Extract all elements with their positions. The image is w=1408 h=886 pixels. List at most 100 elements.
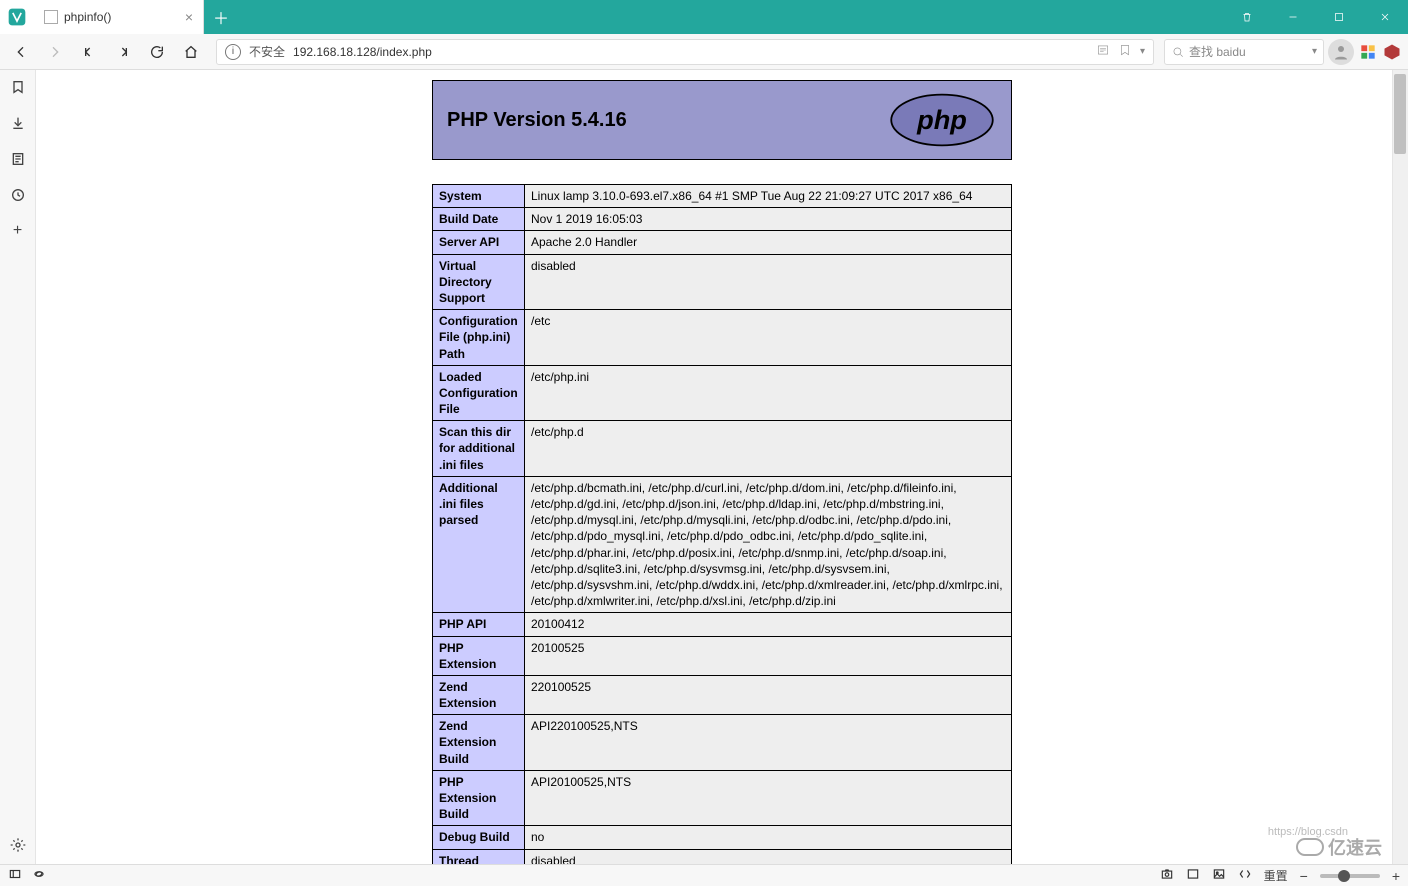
browser-tab[interactable]: phpinfo() ×: [34, 0, 204, 34]
tab-title: phpinfo(): [64, 10, 111, 24]
zoom-in-button[interactable]: +: [1392, 868, 1400, 884]
settings-panel-icon[interactable]: [9, 836, 27, 854]
extension-icon-1[interactable]: [1358, 42, 1378, 62]
url-text: 192.168.18.128/index.php: [293, 45, 432, 59]
maximize-button[interactable]: [1316, 0, 1362, 34]
table-row: PHP Extension20100525: [433, 636, 1012, 675]
phpinfo-value: 20100412: [525, 613, 1012, 636]
bookmarks-panel-icon[interactable]: [9, 78, 27, 96]
panel-toggle-icon[interactable]: [8, 867, 22, 884]
search-dropdown-icon[interactable]: ▾: [1312, 46, 1317, 57]
table-row: Scan this dir for additional .ini files/…: [433, 421, 1012, 477]
forward-button[interactable]: [40, 37, 70, 67]
minimize-button[interactable]: [1270, 0, 1316, 34]
phpinfo-key: Zend Extension Build: [433, 715, 525, 771]
table-row: PHP API20100412: [433, 613, 1012, 636]
phpinfo-key: Virtual Directory Support: [433, 254, 525, 310]
table-row: Zend Extension BuildAPI220100525,NTS: [433, 715, 1012, 771]
notes-panel-icon[interactable]: [9, 150, 27, 168]
phpinfo-key: Zend Extension: [433, 675, 525, 714]
svg-text:php: php: [916, 104, 967, 135]
side-panel: +: [0, 70, 36, 864]
scrollbar[interactable]: [1392, 70, 1408, 864]
status-bar: 重置 − +: [0, 864, 1408, 886]
table-row: Additional .ini files parsed/etc/php.d/b…: [433, 476, 1012, 613]
phpinfo-key: PHP Extension Build: [433, 770, 525, 826]
phpinfo-value: API20100525,NTS: [525, 770, 1012, 826]
phpinfo-value: disabled: [525, 254, 1012, 310]
site-info-icon[interactable]: i: [225, 44, 241, 60]
table-row: Debug Buildno: [433, 826, 1012, 849]
phpinfo-key: PHP Extension: [433, 636, 525, 675]
table-row: Configuration File (php.ini) Path/etc: [433, 310, 1012, 366]
insecure-label: 不安全: [249, 43, 285, 60]
address-dropdown-icon[interactable]: ▾: [1140, 46, 1145, 57]
new-tab-button[interactable]: ＋: [204, 0, 238, 34]
back-button[interactable]: [6, 37, 36, 67]
table-row: PHP Extension BuildAPI20100525,NTS: [433, 770, 1012, 826]
tab-close-icon[interactable]: ×: [185, 9, 193, 25]
phpinfo-value: 20100525: [525, 636, 1012, 675]
phpinfo-key: Thread Safety: [433, 849, 525, 864]
phpinfo-value: disabled: [525, 849, 1012, 864]
sync-icon[interactable]: [32, 867, 46, 884]
phpinfo-value: Nov 1 2019 16:05:03: [525, 208, 1012, 231]
phpinfo-key: Server API: [433, 231, 525, 254]
close-button[interactable]: [1362, 0, 1408, 34]
phpinfo-value: Apache 2.0 Handler: [525, 231, 1012, 254]
scrollbar-thumb[interactable]: [1394, 74, 1406, 154]
zoom-slider-knob[interactable]: [1338, 870, 1350, 882]
rewind-button[interactable]: [74, 37, 104, 67]
phpinfo-key: Additional .ini files parsed: [433, 476, 525, 613]
phpinfo-key: PHP API: [433, 613, 525, 636]
phpinfo-key: System: [433, 185, 525, 208]
table-row: SystemLinux lamp 3.10.0-693.el7.x86_64 #…: [433, 185, 1012, 208]
extension-icon-2[interactable]: [1382, 42, 1402, 62]
phpinfo-value: 220100525: [525, 675, 1012, 714]
phpinfo-key: Build Date: [433, 208, 525, 231]
table-row: Server APIApache 2.0 Handler: [433, 231, 1012, 254]
titlebar: phpinfo() × ＋: [0, 0, 1408, 34]
reader-mode-icon[interactable]: [1096, 43, 1110, 60]
phpinfo-key: Debug Build: [433, 826, 525, 849]
phpinfo-value: /etc/php.d: [525, 421, 1012, 477]
zoom-out-button[interactable]: −: [1300, 868, 1308, 884]
page-actions-icon[interactable]: [1238, 867, 1252, 884]
downloads-panel-icon[interactable]: [9, 114, 27, 132]
phpinfo-value: API220100525,NTS: [525, 715, 1012, 771]
phpinfo-value: /etc/php.ini: [525, 365, 1012, 421]
window-controls: [1224, 0, 1408, 34]
profile-avatar[interactable]: [1328, 39, 1354, 65]
page-favicon-icon: [44, 10, 58, 24]
tiling-icon[interactable]: [1186, 867, 1200, 884]
home-button[interactable]: [176, 37, 206, 67]
search-placeholder: 查找 baidu: [1189, 43, 1246, 60]
table-row: Loaded Configuration File/etc/php.ini: [433, 365, 1012, 421]
bookmark-icon[interactable]: [1118, 43, 1132, 60]
phpinfo-value: Linux lamp 3.10.0-693.el7.x86_64 #1 SMP …: [525, 185, 1012, 208]
toolbar: i 不安全 192.168.18.128/index.php ▾ 查找 baid…: [0, 34, 1408, 70]
address-bar[interactable]: i 不安全 192.168.18.128/index.php ▾: [216, 39, 1154, 65]
reload-button[interactable]: [142, 37, 172, 67]
phpinfo-header: PHP Version 5.4.16 php: [432, 80, 1012, 160]
history-panel-icon[interactable]: [9, 186, 27, 204]
vivaldi-logo[interactable]: [0, 0, 34, 34]
add-panel-button[interactable]: +: [9, 222, 27, 240]
phpinfo-value: /etc: [525, 310, 1012, 366]
images-toggle-icon[interactable]: [1212, 867, 1226, 884]
zoom-slider[interactable]: [1320, 874, 1380, 878]
phpinfo-key: Loaded Configuration File: [433, 365, 525, 421]
search-box[interactable]: 查找 baidu ▾: [1164, 39, 1324, 65]
capture-icon[interactable]: [1160, 867, 1174, 884]
search-engine-icon: [1171, 45, 1185, 59]
php-version-title: PHP Version 5.4.16: [447, 109, 627, 132]
zoom-reset-label[interactable]: 重置: [1264, 867, 1288, 884]
table-row: Build DateNov 1 2019 16:05:03: [433, 208, 1012, 231]
phpinfo-key: Configuration File (php.ini) Path: [433, 310, 525, 366]
page-content: PHP Version 5.4.16 php SystemLinux lamp …: [36, 70, 1408, 864]
fast-forward-button[interactable]: [108, 37, 138, 67]
brand-watermark: 亿速云: [1296, 834, 1382, 860]
trash-button[interactable]: [1224, 0, 1270, 34]
php-logo-icon: php: [887, 91, 997, 149]
table-row: Thread Safetydisabled: [433, 849, 1012, 864]
